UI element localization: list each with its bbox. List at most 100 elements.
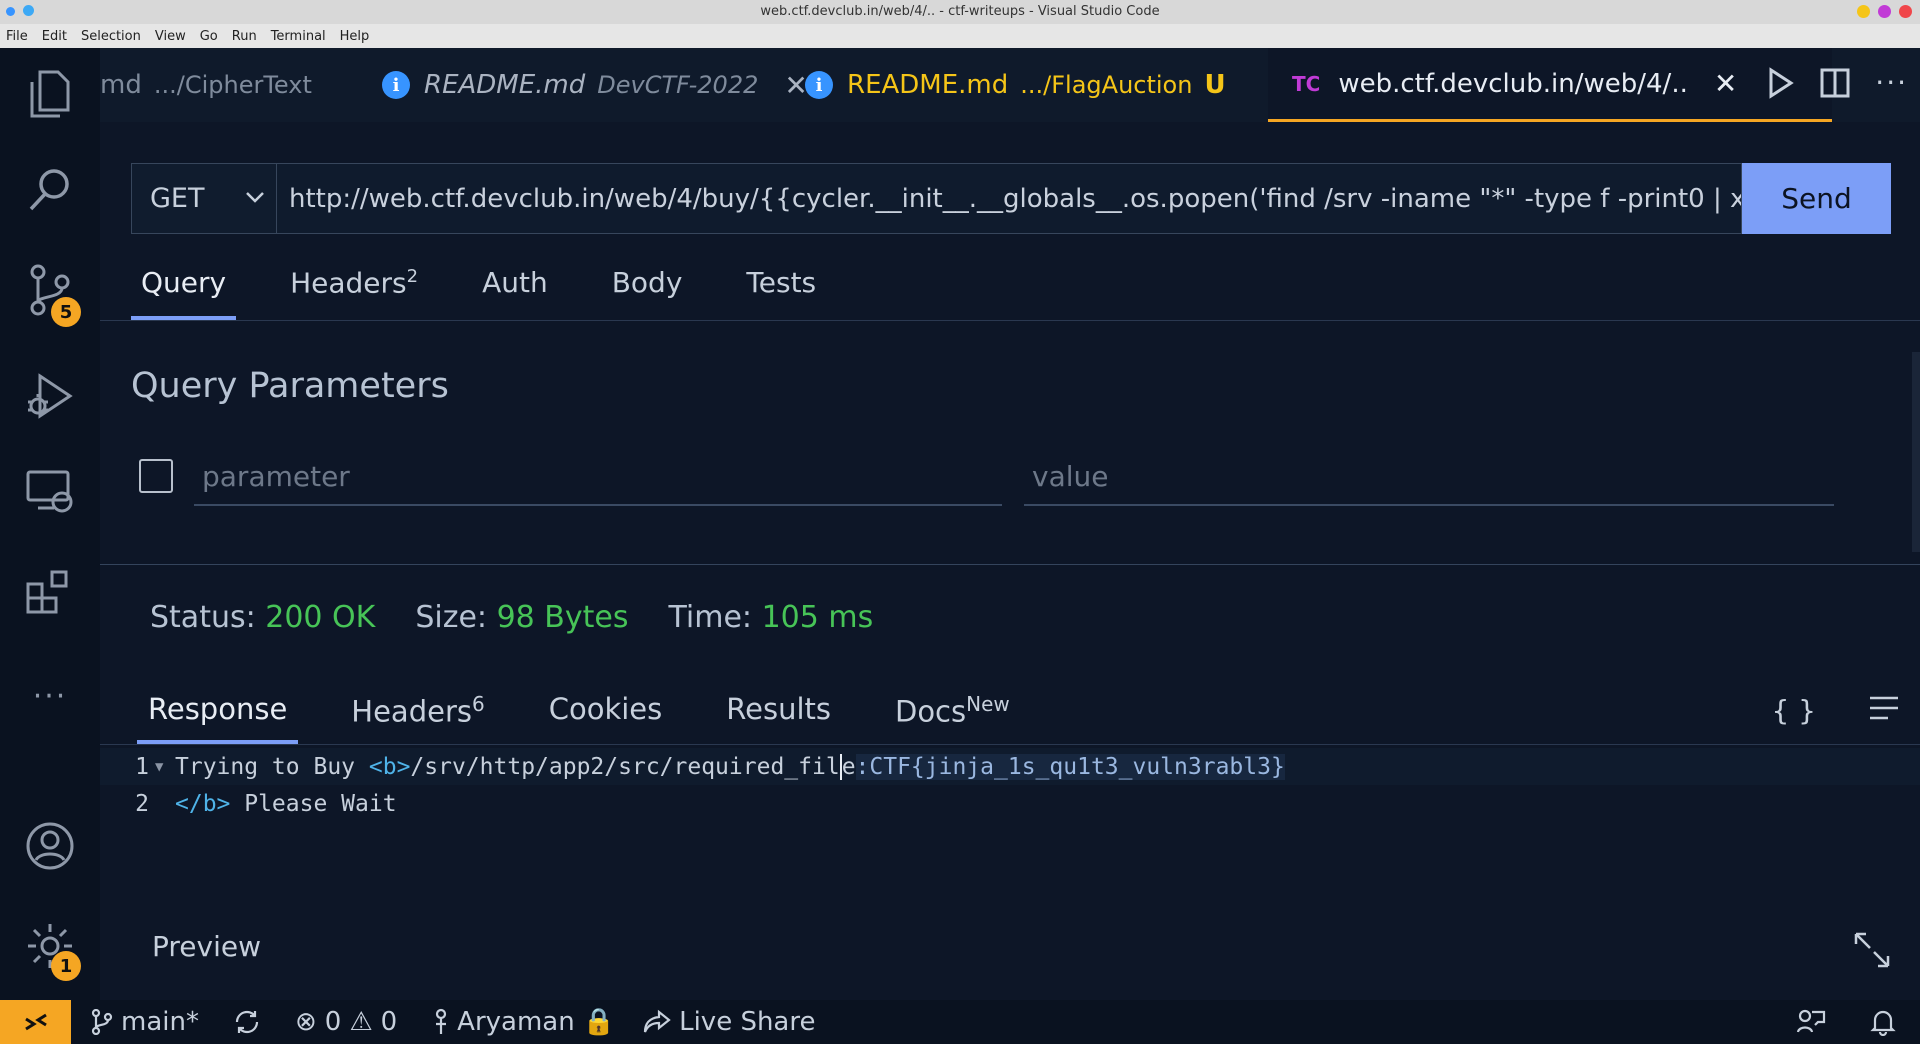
tab-label: web.ctf.devclub.in/web/4/.. — [1338, 68, 1688, 99]
param-value-input[interactable]: value — [1024, 448, 1834, 506]
maximize-button[interactable] — [1878, 5, 1891, 18]
explorer-icon[interactable] — [22, 66, 78, 122]
activity-bar: 5 ··· 1 — [0, 48, 100, 1000]
menu-help[interactable]: Help — [340, 29, 370, 44]
problems-indicator[interactable]: ⊗ 0 ⚠ 0 — [295, 1007, 397, 1037]
remote-icon — [24, 1013, 47, 1031]
param-checkbox[interactable] — [139, 459, 173, 493]
tab-auth[interactable]: Auth — [472, 262, 558, 320]
line-number: 1 — [135, 753, 149, 780]
expand-icon[interactable] — [1852, 930, 1892, 970]
html-tag: </b> — [175, 790, 231, 817]
menu-terminal[interactable]: Terminal — [271, 29, 326, 44]
scrollbar[interactable] — [1912, 352, 1920, 552]
bell-icon[interactable] — [1870, 1008, 1896, 1036]
accounts-icon[interactable] — [22, 818, 78, 874]
tab-label: Response — [148, 692, 288, 726]
git-branch-icon — [91, 1009, 113, 1035]
time-value: 105 ms — [761, 600, 874, 635]
preview-toggle[interactable]: Preview — [152, 930, 261, 963]
error-count: 0 — [324, 1007, 342, 1037]
editor-tabs: md .../CipherText i README.md DevCTF-202… — [100, 48, 1920, 122]
tab-ciphertext[interactable]: md .../CipherText — [100, 48, 340, 122]
run-icon[interactable] — [1767, 66, 1795, 99]
tab-response-headers[interactable]: Headers6 — [340, 684, 495, 744]
menu-selection[interactable]: Selection — [81, 29, 141, 44]
sync-button[interactable] — [233, 1008, 261, 1036]
status-value: 200 OK — [265, 600, 376, 635]
tab-response[interactable]: Response — [137, 684, 299, 744]
live-share-button[interactable]: Live Share — [643, 1007, 815, 1037]
tab-tests[interactable]: Tests — [736, 262, 826, 320]
remote-explorer-icon[interactable] — [22, 462, 78, 518]
minimize-button[interactable] — [1857, 5, 1870, 18]
menu-go[interactable]: Go — [200, 29, 218, 44]
warning-icon: ⚠ — [349, 1007, 373, 1037]
pane-divider[interactable] — [100, 564, 1920, 565]
person-icon — [436, 1008, 447, 1034]
close-window-button[interactable] — [1899, 5, 1912, 18]
live-share-label: Live Share — [679, 1007, 816, 1037]
send-button[interactable]: Send — [1742, 163, 1891, 234]
headers-count: 6 — [471, 692, 485, 716]
tab-body[interactable]: Body — [602, 262, 693, 320]
headers-count: 2 — [406, 266, 419, 287]
method-select[interactable]: GET — [131, 163, 277, 234]
warning-count: 0 — [380, 1007, 398, 1037]
word-wrap-icon[interactable] — [1868, 694, 1900, 722]
remote-indicator[interactable] — [0, 1000, 71, 1044]
thunder-client-icon: TC — [1292, 71, 1321, 96]
info-icon: i — [382, 71, 410, 99]
menu-edit[interactable]: Edit — [42, 29, 67, 44]
title-bar: web.ctf.devclub.in/web/4/.. - ctf-writeu… — [0, 0, 1920, 24]
run-debug-icon[interactable] — [22, 368, 78, 424]
code-text: Trying to Buy — [175, 753, 369, 780]
tab-label: Auth — [482, 266, 548, 299]
divider — [100, 744, 1920, 745]
new-badge: New — [966, 692, 1010, 716]
menu-run[interactable]: Run — [232, 29, 257, 44]
status-label: Status: — [150, 600, 256, 635]
size-info: Size: 98 Bytes — [415, 600, 628, 635]
divider — [100, 320, 1920, 321]
search-icon[interactable] — [22, 162, 78, 218]
tab-cookies[interactable]: Cookies — [538, 684, 674, 744]
tab-query[interactable]: Query — [131, 262, 237, 320]
status-bar: main* ⊗ 0 ⚠ 0 Aryaman 🔒 Live Share — [0, 1000, 1920, 1044]
feedback-icon[interactable] — [1796, 1008, 1826, 1036]
response-body[interactable]: 1 ▼ Trying to Buy <b>/srv/http/app2/src/… — [100, 748, 1920, 822]
url-input[interactable]: http://web.ctf.devclub.in/web/4/buy/{{cy… — [277, 163, 1742, 234]
tab-headers[interactable]: Headers2 — [280, 262, 428, 320]
response-actions: { } — [1771, 694, 1900, 727]
tab-web-ctf[interactable]: TC web.ctf.devclub.in/web/4/.. ✕ — [1268, 48, 1832, 122]
request-bar: GET http://web.ctf.devclub.in/web/4/buy/… — [131, 163, 1891, 234]
code-text: /srv/http/app2/src/required_fil — [410, 753, 840, 780]
user-indicator[interactable]: Aryaman 🔒 — [433, 1007, 615, 1037]
close-icon[interactable]: ✕ — [1714, 67, 1737, 100]
branch-indicator[interactable]: main* — [91, 1007, 199, 1037]
tab-readme-flagauction[interactable]: i README.md .../FlagAuction U — [805, 48, 1226, 122]
menu-view[interactable]: View — [155, 29, 186, 44]
query-parameters-title: Query Parameters — [131, 366, 449, 406]
tab-results[interactable]: Results — [715, 684, 842, 744]
size-value: 98 Bytes — [496, 600, 629, 635]
tab-label: Query — [141, 266, 227, 299]
menu-file[interactable]: File — [6, 29, 28, 44]
error-icon: ⊗ — [294, 1007, 317, 1037]
more-actions-icon[interactable]: ··· — [1875, 66, 1908, 99]
more-icon[interactable]: ··· — [22, 668, 78, 724]
lock-icon: 🔒 — [582, 1007, 616, 1037]
format-json-icon[interactable]: { } — [1771, 694, 1816, 727]
response-meta: Status: 200 OK Size: 98 Bytes Time: 105 … — [150, 600, 873, 635]
tab-label: Tests — [746, 266, 817, 299]
tab-label: md — [100, 70, 142, 100]
tab-docs[interactable]: DocsNew — [884, 684, 1021, 744]
split-editor-icon[interactable] — [1819, 67, 1851, 99]
tab-label: README.md — [847, 70, 1009, 100]
tab-label: Cookies — [548, 692, 663, 726]
share-icon — [643, 1009, 671, 1033]
param-name-input[interactable]: parameter — [194, 448, 1002, 506]
extensions-icon[interactable] — [22, 564, 78, 620]
tab-readme-devctf[interactable]: i README.md DevCTF-2022 ✕ — [382, 48, 808, 122]
fold-chevron-icon[interactable]: ▼ — [155, 759, 175, 775]
